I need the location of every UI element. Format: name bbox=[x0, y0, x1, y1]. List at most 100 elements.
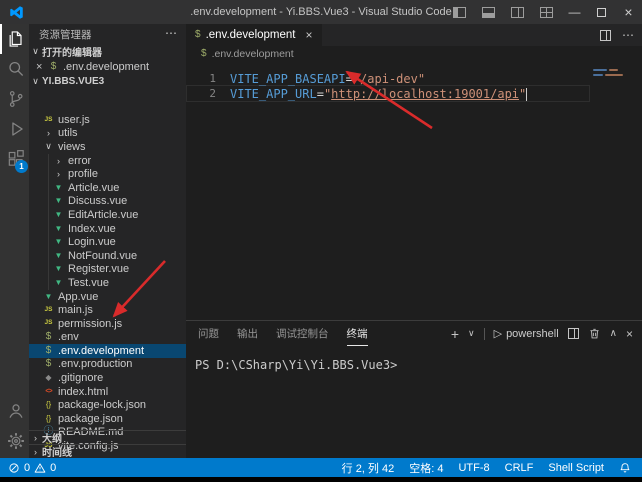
close-panel-icon[interactable]: × bbox=[626, 327, 633, 341]
encoding-status[interactable]: UTF-8 bbox=[458, 462, 489, 474]
chevron-right-icon: › bbox=[57, 156, 60, 166]
timeline-section-header[interactable]: › 时间线 bbox=[29, 444, 186, 458]
explorer-tab[interactable] bbox=[0, 24, 29, 54]
tree-item[interactable]: ▼Article.vue bbox=[29, 181, 186, 195]
text-cursor bbox=[526, 88, 527, 101]
tree-item[interactable]: JSpermission.js bbox=[29, 317, 186, 331]
editor-group: $ .env.development × ⋯ $ .env.developmen… bbox=[186, 24, 642, 458]
file-tree: JSuser.js ›utils ∨views ›error ›profile … bbox=[29, 113, 186, 453]
line-number: 2 bbox=[186, 87, 216, 100]
breadcrumb[interactable]: $ .env.development bbox=[186, 46, 642, 62]
vue-icon: ▼ bbox=[55, 279, 63, 287]
extensions-tab[interactable]: 1 bbox=[0, 144, 29, 174]
more-actions-icon[interactable]: ⋯ bbox=[622, 28, 634, 42]
window-bottom-edge bbox=[0, 477, 642, 482]
open-editor-item[interactable]: × $ .env.development bbox=[29, 59, 186, 74]
tree-item[interactable]: ◆.gitignore bbox=[29, 371, 186, 385]
terminal-profile-selector[interactable]: ▷ powershell bbox=[494, 327, 559, 340]
code-editor[interactable]: 1 VITE_APP_BASEAPI="/api-dev" 2 VITE_APP… bbox=[186, 62, 642, 320]
split-editor-icon[interactable] bbox=[600, 30, 611, 41]
tab-problems[interactable]: 问题 bbox=[198, 321, 219, 346]
toggle-secondary-sidebar-icon[interactable] bbox=[511, 7, 524, 18]
terminal[interactable]: PS D:\CSharp\Yi\Yi.BBS.Vue3> bbox=[186, 346, 642, 372]
tree-item[interactable]: ▼App.vue bbox=[29, 290, 186, 304]
tree-item[interactable]: JSuser.js bbox=[29, 113, 186, 127]
tree-item[interactable]: ▼EditArticle.vue bbox=[29, 208, 186, 222]
tree-item[interactable]: <>index.html bbox=[29, 385, 186, 399]
html-icon: <> bbox=[45, 388, 51, 395]
extensions-badge: 1 bbox=[15, 160, 28, 173]
maximize-panel-icon[interactable]: ∧ bbox=[610, 328, 617, 339]
chevron-right-icon: › bbox=[47, 128, 50, 138]
cursor-position-status[interactable]: 行 2, 列 42 bbox=[342, 460, 395, 476]
git-icon: ◆ bbox=[45, 374, 51, 382]
terminal-dropdown-icon[interactable]: ∨ bbox=[468, 328, 475, 339]
powershell-icon: ▷ bbox=[494, 327, 502, 340]
tab-terminal[interactable]: 终端 bbox=[347, 321, 368, 346]
toggle-sidebar-icon[interactable] bbox=[453, 7, 466, 18]
new-terminal-icon[interactable]: + bbox=[451, 326, 459, 342]
tree-item-selected[interactable]: $.env.development bbox=[29, 344, 186, 358]
close-tab-icon[interactable]: × bbox=[306, 28, 313, 42]
chevron-right-icon: › bbox=[29, 447, 42, 457]
tree-item[interactable]: ▼Index.vue bbox=[29, 222, 186, 236]
vue-icon: ▼ bbox=[55, 225, 63, 233]
tree-item[interactable]: ▼Test.vue bbox=[29, 276, 186, 290]
project-root-header[interactable]: ∨ YI.BBS.VUE3 bbox=[29, 74, 186, 89]
env-key: VITE_APP_BASEAPI bbox=[230, 72, 346, 86]
editor-tab[interactable]: $ .env.development × bbox=[186, 24, 322, 46]
toggle-panel-icon[interactable] bbox=[482, 7, 495, 18]
status-bar: 0 0 行 2, 列 42 空格: 4 UTF-8 CRLF Shell Scr… bbox=[0, 458, 642, 477]
url-link[interactable]: http://localhost:19001/api bbox=[331, 87, 519, 101]
run-debug-tab[interactable] bbox=[0, 114, 29, 144]
tree-item[interactable]: ›utils bbox=[29, 127, 186, 141]
tree-item[interactable]: $.env bbox=[29, 331, 186, 345]
close-icon[interactable]: × bbox=[36, 61, 47, 73]
chevron-right-icon: › bbox=[29, 433, 42, 443]
settings-button[interactable] bbox=[0, 426, 29, 456]
line-number: 1 bbox=[186, 72, 216, 85]
minimap[interactable] bbox=[593, 69, 639, 79]
warning-count: 0 bbox=[50, 462, 56, 474]
tree-item[interactable]: ›profile bbox=[29, 167, 186, 181]
tree-item[interactable]: ▼Register.vue bbox=[29, 263, 186, 277]
tab-debug-console[interactable]: 调试控制台 bbox=[276, 321, 329, 346]
explorer-sidebar: 资源管理器 ⋯ ∨ 打开的编辑器 × $ .env.development ∨ … bbox=[29, 24, 186, 458]
vue-icon: ▼ bbox=[55, 197, 63, 205]
tree-item[interactable]: ▼NotFound.vue bbox=[29, 249, 186, 263]
accounts-button[interactable] bbox=[0, 396, 29, 426]
notifications-bell-icon[interactable] bbox=[619, 462, 631, 474]
title-bar: .env.development - Yi.BBS.Vue3 - Visual … bbox=[0, 0, 642, 24]
indentation-status[interactable]: 空格: 4 bbox=[409, 460, 443, 476]
eol-status[interactable]: CRLF bbox=[505, 462, 534, 474]
close-window-button[interactable]: × bbox=[615, 0, 642, 24]
problems-status[interactable]: 0 0 bbox=[0, 462, 56, 474]
open-editors-header[interactable]: ∨ 打开的编辑器 bbox=[29, 44, 186, 59]
vue-icon: ▼ bbox=[55, 252, 63, 260]
js-icon: JS bbox=[45, 320, 53, 327]
tree-item[interactable]: ›error bbox=[29, 154, 186, 168]
account-icon bbox=[6, 401, 26, 421]
tree-item[interactable]: ▼Discuss.vue bbox=[29, 195, 186, 209]
vscode-logo-icon bbox=[9, 5, 24, 20]
tree-item[interactable]: ∨views bbox=[29, 140, 186, 154]
search-tab[interactable] bbox=[0, 54, 29, 84]
env-value: "/api-dev" bbox=[353, 72, 425, 86]
language-mode-status[interactable]: Shell Script bbox=[548, 462, 604, 474]
source-control-tab[interactable] bbox=[0, 84, 29, 114]
maximize-button[interactable] bbox=[588, 0, 615, 24]
outline-section-header[interactable]: › 大纲 bbox=[29, 430, 186, 444]
tree-item[interactable]: JSmain.js bbox=[29, 303, 186, 317]
tree-item[interactable]: ▼Login.vue bbox=[29, 235, 186, 249]
split-terminal-icon[interactable] bbox=[568, 328, 579, 339]
sidebar-more-actions-icon[interactable]: ⋯ bbox=[165, 26, 177, 40]
tree-item[interactable]: {}package.json bbox=[29, 412, 186, 426]
tree-item[interactable]: $.env.production bbox=[29, 358, 186, 372]
search-icon bbox=[6, 59, 26, 79]
kill-terminal-icon[interactable] bbox=[588, 327, 601, 340]
tree-item[interactable]: {}package-lock.json bbox=[29, 398, 186, 412]
tab-output[interactable]: 输出 bbox=[237, 321, 258, 346]
customize-layout-icon[interactable] bbox=[540, 7, 553, 18]
minimize-button[interactable]: — bbox=[561, 0, 588, 24]
js-icon: JS bbox=[45, 307, 53, 314]
